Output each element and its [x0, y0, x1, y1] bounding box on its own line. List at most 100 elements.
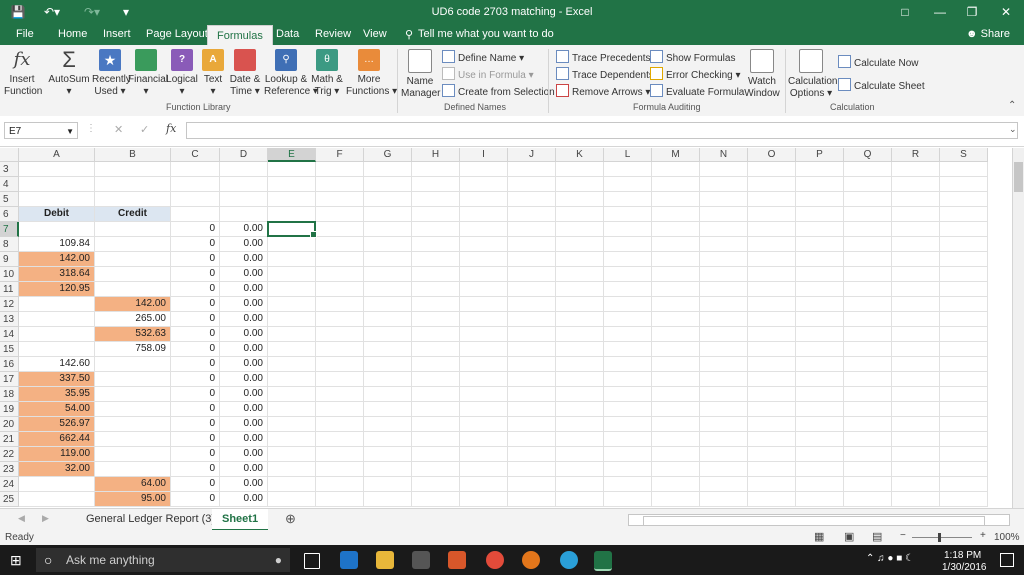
cell-d12[interactable]: 0.00: [220, 297, 268, 312]
cell-n6[interactable]: [700, 207, 748, 222]
cell-k13[interactable]: [556, 312, 604, 327]
cell-g6[interactable]: [364, 207, 412, 222]
cell-c17[interactable]: 0: [171, 372, 220, 387]
row-header[interactable]: 9: [0, 252, 19, 267]
cell-j20[interactable]: [508, 417, 556, 432]
cell-j19[interactable]: [508, 402, 556, 417]
scroll-sheets-left-icon[interactable]: ◀: [18, 513, 25, 524]
cell-h18[interactable]: [412, 387, 460, 402]
cell-b17[interactable]: [95, 372, 171, 387]
cell-l9[interactable]: [604, 252, 652, 267]
cell-h10[interactable]: [412, 267, 460, 282]
cell-d22[interactable]: 0.00: [220, 447, 268, 462]
cell-b24[interactable]: 64.00: [95, 477, 171, 492]
cell-p15[interactable]: [796, 342, 844, 357]
cell-l12[interactable]: [604, 297, 652, 312]
horizontal-scrollbar[interactable]: [628, 514, 1010, 526]
cell-b20[interactable]: [95, 417, 171, 432]
cell-b15[interactable]: 758.09: [95, 342, 171, 357]
row-header[interactable]: 3: [0, 162, 19, 177]
cell-k10[interactable]: [556, 267, 604, 282]
cell-s4[interactable]: [940, 177, 988, 192]
column-header-n[interactable]: N: [700, 148, 748, 162]
cell-f16[interactable]: [316, 357, 364, 372]
cell-a13[interactable]: [19, 312, 95, 327]
cell-p6[interactable]: [796, 207, 844, 222]
cell-d8[interactable]: 0.00: [220, 237, 268, 252]
cell-b10[interactable]: [95, 267, 171, 282]
cell-r19[interactable]: [892, 402, 940, 417]
cell-b21[interactable]: [95, 432, 171, 447]
cell-h20[interactable]: [412, 417, 460, 432]
cell-g14[interactable]: [364, 327, 412, 342]
cell-k18[interactable]: [556, 387, 604, 402]
cell-c14[interactable]: 0: [171, 327, 220, 342]
cell-p4[interactable]: [796, 177, 844, 192]
horizontal-scroll-thumb[interactable]: [643, 516, 985, 526]
cell-o13[interactable]: [748, 312, 796, 327]
cell-g17[interactable]: [364, 372, 412, 387]
row-header[interactable]: 17: [0, 372, 19, 387]
cell-c6[interactable]: [171, 207, 220, 222]
cell-k4[interactable]: [556, 177, 604, 192]
cell-h19[interactable]: [412, 402, 460, 417]
cell-b5[interactable]: [95, 192, 171, 207]
cell-n13[interactable]: [700, 312, 748, 327]
cell-r12[interactable]: [892, 297, 940, 312]
cell-s17[interactable]: [940, 372, 988, 387]
cell-p7[interactable]: [796, 222, 844, 237]
cell-s7[interactable]: [940, 222, 988, 237]
cell-c12[interactable]: 0: [171, 297, 220, 312]
cell-c16[interactable]: 0: [171, 357, 220, 372]
cell-g8[interactable]: [364, 237, 412, 252]
cell-i8[interactable]: [460, 237, 508, 252]
cell-c7[interactable]: 0: [171, 222, 220, 237]
cell-q25[interactable]: [844, 492, 892, 507]
tab-file[interactable]: File: [16, 28, 34, 40]
cell-b19[interactable]: [95, 402, 171, 417]
cell-s24[interactable]: [940, 477, 988, 492]
tab-insert[interactable]: Insert: [103, 28, 131, 40]
cell-s16[interactable]: [940, 357, 988, 372]
cell-n24[interactable]: [700, 477, 748, 492]
cell-e23[interactable]: [268, 462, 316, 477]
cell-n9[interactable]: [700, 252, 748, 267]
notifications-icon[interactable]: [1000, 553, 1014, 567]
cell-a17[interactable]: 337.50: [19, 372, 95, 387]
column-header-o[interactable]: O: [748, 148, 796, 162]
cell-k17[interactable]: [556, 372, 604, 387]
cell-m20[interactable]: [652, 417, 700, 432]
define-name-button[interactable]: Define Name ▾: [442, 50, 524, 64]
cell-r18[interactable]: [892, 387, 940, 402]
tab-page-layout[interactable]: Page Layout: [146, 28, 208, 40]
collapse-ribbon-icon[interactable]: ⌃: [1008, 100, 1016, 111]
system-tray-icons[interactable]: ⌃ ♫ ● ■ ☾: [866, 553, 914, 564]
row-header[interactable]: 13: [0, 312, 19, 327]
column-header-c[interactable]: C: [171, 148, 220, 162]
cortana-search-box[interactable]: ○ Ask me anything ●: [36, 548, 290, 572]
normal-view-icon[interactable]: ▦: [814, 530, 824, 543]
row-header[interactable]: 4: [0, 177, 19, 192]
cell-c11[interactable]: 0: [171, 282, 220, 297]
row-header[interactable]: 20: [0, 417, 19, 432]
cell-e5[interactable]: [268, 192, 316, 207]
cell-l8[interactable]: [604, 237, 652, 252]
cell-a15[interactable]: [19, 342, 95, 357]
cell-a23[interactable]: 32.00: [19, 462, 95, 477]
cell-d19[interactable]: 0.00: [220, 402, 268, 417]
cell-q16[interactable]: [844, 357, 892, 372]
cell-d10[interactable]: 0.00: [220, 267, 268, 282]
cell-j16[interactable]: [508, 357, 556, 372]
tab-formulas[interactable]: Formulas: [207, 25, 273, 46]
cell-g9[interactable]: [364, 252, 412, 267]
cancel-icon[interactable]: ✕: [114, 123, 123, 136]
enter-icon[interactable]: ✓: [140, 123, 149, 136]
cell-e8[interactable]: [268, 237, 316, 252]
cell-g23[interactable]: [364, 462, 412, 477]
cell-k8[interactable]: [556, 237, 604, 252]
cell-s11[interactable]: [940, 282, 988, 297]
cell-h15[interactable]: [412, 342, 460, 357]
cell-a16[interactable]: 142.60: [19, 357, 95, 372]
cell-r15[interactable]: [892, 342, 940, 357]
cell-p3[interactable]: [796, 162, 844, 177]
